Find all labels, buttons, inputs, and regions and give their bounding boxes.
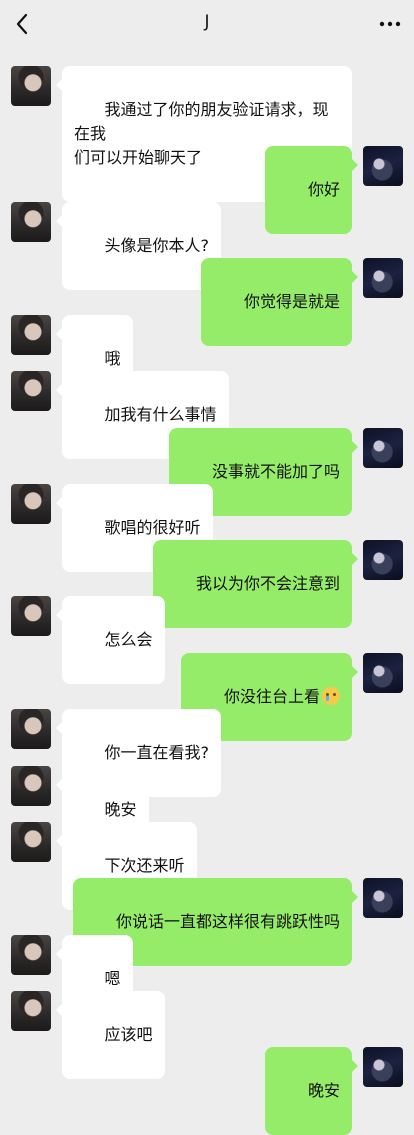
message-text: 应该吧 — [104, 1025, 153, 1044]
contact-avatar[interactable] — [11, 371, 51, 411]
contact-avatar[interactable] — [11, 202, 51, 242]
message-list[interactable]: 我通过了你的朋友验证请求，现在我 们可以开始聊天了 你好 头像是你本人? 你觉得… — [0, 48, 414, 1135]
message-text: 歌唱的很好听 — [104, 518, 201, 537]
received-message-bubble[interactable]: 怎么会 — [56, 596, 165, 684]
message-text: 头像是你本人? — [104, 236, 210, 255]
contact-avatar[interactable] — [11, 709, 51, 749]
my-avatar[interactable] — [363, 540, 403, 580]
more-dots-icon — [379, 21, 401, 27]
message-text: 你没往台上看 — [223, 687, 320, 706]
contact-avatar[interactable] — [11, 596, 51, 636]
my-avatar[interactable] — [363, 878, 403, 918]
chat-header: J — [0, 0, 414, 48]
sent-message-bubble[interactable]: 晚安 — [265, 1047, 358, 1135]
message-text: 怎么会 — [104, 630, 153, 649]
message-text: 晚安 — [307, 1081, 340, 1100]
contact-avatar[interactable] — [11, 66, 51, 106]
chat-title: J — [204, 12, 210, 32]
message-text: 没事就不能加了吗 — [211, 462, 340, 481]
my-avatar[interactable] — [363, 146, 403, 186]
my-avatar[interactable] — [363, 653, 403, 693]
sent-message-bubble[interactable]: 你觉得是就是 — [201, 258, 358, 346]
more-button[interactable] — [376, 10, 404, 38]
message-text: 你一直在看我? — [104, 743, 210, 762]
message-text: 哦 — [104, 349, 121, 368]
message-text: 你说话一直都这样很有跳跃性吗 — [115, 912, 340, 931]
crying-face-emoji — [322, 687, 340, 705]
contact-avatar[interactable] — [11, 766, 51, 806]
message-text: 你好 — [307, 180, 340, 199]
my-avatar[interactable] — [363, 428, 403, 468]
message-text: 我以为你不会注意到 — [195, 574, 340, 593]
message-text: 晚安 — [104, 800, 137, 819]
message-text: 嗯 — [104, 969, 121, 988]
contact-avatar[interactable] — [11, 822, 51, 862]
sent-message-bubble[interactable]: 你好 — [265, 146, 358, 234]
contact-avatar[interactable] — [11, 935, 51, 975]
contact-avatar[interactable] — [11, 315, 51, 355]
message-text: 下次还来听 — [104, 856, 185, 875]
my-avatar[interactable] — [363, 1047, 403, 1087]
received-message-bubble[interactable]: 应该吧 — [56, 991, 165, 1079]
contact-avatar[interactable] — [11, 484, 51, 524]
message-text: 加我有什么事情 — [104, 405, 217, 424]
received-message-bubble[interactable]: 头像是你本人? — [55, 202, 222, 290]
my-avatar[interactable] — [363, 258, 403, 298]
sent-message-bubble[interactable]: 我以为你不会注意到 — [153, 540, 358, 628]
contact-avatar[interactable] — [11, 991, 51, 1031]
message-text: 你觉得是就是 — [243, 292, 340, 311]
